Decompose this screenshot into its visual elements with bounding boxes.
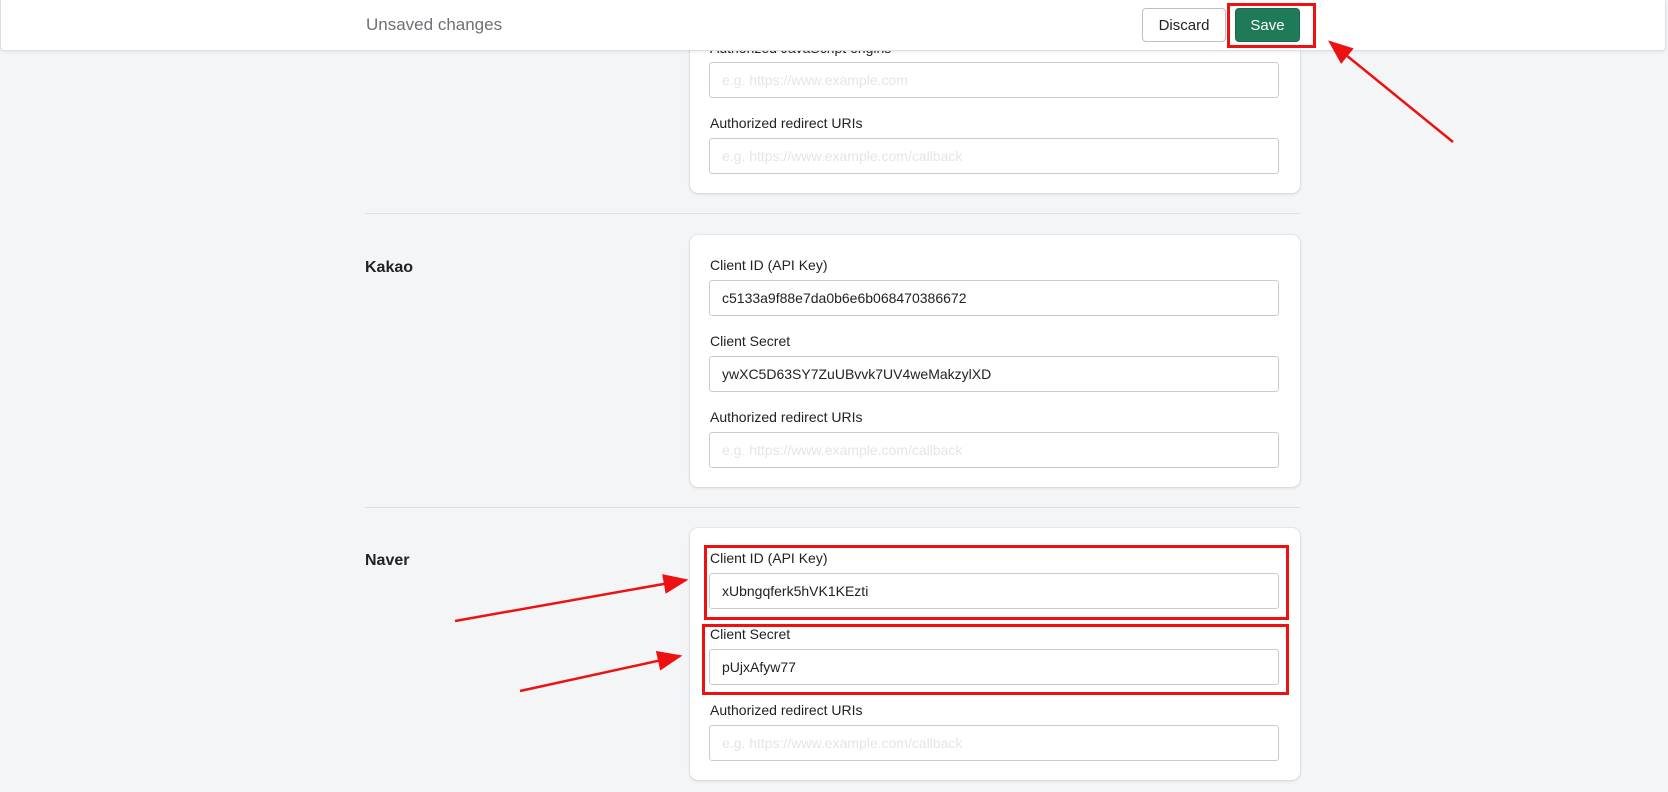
section-divider	[365, 507, 1300, 508]
contextual-save-bar: Unsaved changes Discard Save	[0, 0, 1666, 51]
discard-button[interactable]: Discard	[1142, 8, 1226, 42]
naver-client-id-input[interactable]	[709, 573, 1279, 609]
kakao-client-id-label: Client ID (API Key)	[710, 257, 828, 273]
naver-client-secret-input[interactable]	[709, 649, 1279, 685]
redirect-uris-input[interactable]	[709, 138, 1279, 174]
client-secret-arrow	[519, 651, 683, 693]
kakao-section-title: Kakao	[365, 259, 414, 276]
kakao-client-secret-input[interactable]	[709, 356, 1279, 392]
naver-client-id-label: Client ID (API Key)	[710, 550, 828, 566]
kakao-client-secret-label: Client Secret	[710, 333, 791, 349]
naver-section-title: Naver	[365, 552, 410, 569]
kakao-client-id-input[interactable]	[709, 280, 1279, 316]
kakao-card: Client ID (API Key) Client Secret Author…	[690, 235, 1300, 487]
naver-redirect-uris-label: Authorized redirect URIs	[710, 702, 863, 718]
naver-card: Client ID (API Key) Client Secret Author…	[690, 528, 1300, 780]
save-button[interactable]: Save	[1235, 8, 1300, 42]
naver-redirect-uris-input[interactable]	[709, 725, 1279, 761]
js-origins-input[interactable]	[709, 62, 1279, 98]
kakao-redirect-uris-input[interactable]	[709, 432, 1279, 468]
kakao-redirect-uris-label: Authorized redirect URIs	[710, 409, 863, 425]
unsaved-changes-status: Unsaved changes	[366, 15, 503, 34]
save-arrow	[1328, 40, 1454, 143]
naver-client-secret-label: Client Secret	[710, 626, 791, 642]
redirect-uris-label: Authorized redirect URIs	[710, 115, 863, 131]
client-id-arrow	[454, 574, 689, 623]
section-divider	[365, 213, 1300, 214]
